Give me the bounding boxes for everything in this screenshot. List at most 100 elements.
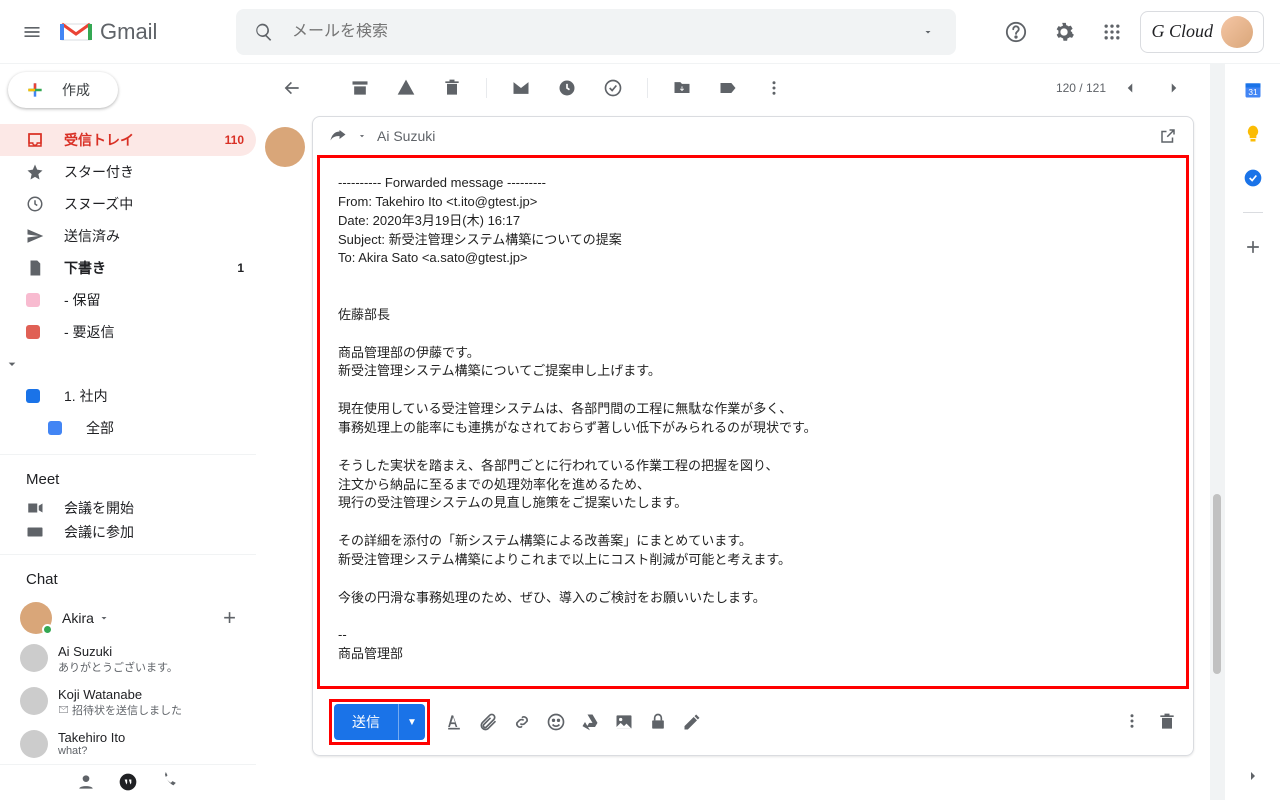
phone-icon[interactable] [160,772,180,792]
chat-sub: ありがとうございます。 [58,659,178,675]
send-button[interactable]: 送信 ▼ [334,704,425,740]
nav-label: 全部 [86,418,114,438]
new-chat-button[interactable]: + [223,605,236,631]
scrollbar[interactable] [1210,64,1224,800]
next-button[interactable] [1154,68,1194,108]
nav-label: 送信済み [64,226,120,246]
snooze-button[interactable] [547,68,587,108]
nav-list: 受信トレイ110 スター付きスヌーズ中送信済み下書き1 - 保留 - 要返信 1. 社内… [0,124,256,444]
nav-label: 受信トレイ [64,130,134,150]
keep-icon[interactable] [1243,124,1263,144]
recipient-row[interactable]: Ai Suzuki [313,117,1193,155]
account-switcher[interactable]: G Cloud [1140,11,1264,53]
self-avatar [20,602,52,634]
link-icon[interactable] [512,712,532,732]
recipient-name: Ai Suzuki [377,128,435,144]
expand-labels[interactable] [0,348,256,380]
task-button[interactable] [593,68,633,108]
sidebar-footer [0,764,256,800]
search-icon[interactable] [244,12,284,52]
chat-self[interactable]: Akira + [0,596,256,638]
logo[interactable]: Gmail [56,19,236,45]
chat-item[interactable]: Koji Watanabe招待状を送信しました [0,681,256,724]
nav-- 要返信[interactable]: - 要返信 [0,316,256,348]
nav-label: 1. 社内 [64,386,108,406]
scrollbar-thumb[interactable] [1213,494,1221,674]
more-button[interactable] [754,68,794,108]
label-icon [26,293,46,307]
chat-sub: 招待状を送信しました [58,702,182,718]
more-options-icon[interactable] [1123,712,1141,732]
send-highlight: 送信 ▼ [329,699,430,745]
compose-footer: 送信 ▼ [313,689,1193,755]
attach-icon[interactable] [478,712,498,732]
chat-item[interactable]: Takehiro Itowhat? [0,724,256,764]
file-icon [26,259,46,277]
confidential-icon[interactable] [648,712,668,732]
mark-unread-button[interactable] [501,68,541,108]
back-button[interactable] [272,68,312,108]
popout-button[interactable] [1159,127,1177,145]
chat-name: Koji Watanabe [58,687,182,702]
mail-toolbar: 120 / 121 [256,64,1210,112]
nav-label: スター付き [64,162,134,182]
avatar [1221,16,1253,48]
send-label: 送信 [334,712,398,732]
discard-button[interactable] [1157,712,1177,732]
svg-text:31: 31 [1248,87,1258,97]
gmail-icon [60,20,92,44]
emoji-icon[interactable] [546,712,566,732]
drive-icon[interactable] [580,712,600,732]
side-rail: 31 [1224,64,1280,800]
addons-icon[interactable] [1243,237,1263,257]
chevron-down-icon[interactable] [98,612,110,624]
meet-start[interactable]: 会議を開始 [0,496,256,520]
clock-icon [26,195,46,213]
tasks-icon[interactable] [1243,168,1263,188]
chat-title: Chat [0,555,256,596]
pen-icon[interactable] [682,712,702,732]
delete-button[interactable] [432,68,472,108]
prev-button[interactable] [1110,68,1150,108]
nav-受信トレイ[interactable]: 受信トレイ110 [0,124,256,156]
label-button[interactable] [708,68,748,108]
apps-icon[interactable] [1092,12,1132,52]
search-input[interactable] [284,23,908,41]
main-area: 120 / 121 Ai Suzuki ---------- Forwarded… [256,64,1210,800]
archive-button[interactable] [340,68,380,108]
nav-スター付き[interactable]: スター付き [0,156,256,188]
nav-label: - 要返信 [64,322,115,342]
nav-1. 社内[interactable]: 1. 社内 [0,380,256,412]
label-icon [48,421,68,435]
compose-label: 作成 [62,80,90,100]
nav-下書き[interactable]: 下書き1 [0,252,256,284]
nav-スヌーズ中[interactable]: スヌーズ中 [0,188,256,220]
nav-- 保留[interactable]: - 保留 [0,284,256,316]
format-icon[interactable] [444,712,464,732]
send-options[interactable]: ▼ [398,704,425,740]
spam-button[interactable] [386,68,426,108]
compose-button[interactable]: 作成 [8,72,118,108]
settings-icon[interactable] [1044,12,1084,52]
image-icon[interactable] [614,712,634,732]
move-button[interactable] [662,68,702,108]
compose-body[interactable]: ---------- Forwarded message --------- F… [317,155,1189,689]
nav-送信済み[interactable]: 送信済み [0,220,256,252]
hangouts-icon[interactable] [118,772,138,792]
send-icon [26,227,46,245]
nav-全部[interactable]: 全部 [0,412,256,444]
collapse-rail-icon[interactable] [1245,768,1261,784]
product-name: Gmail [100,19,157,45]
meet-join[interactable]: 会議に参加 [0,520,256,544]
chat-item[interactable]: Ai Suzukiありがとうございます。 [0,638,256,681]
person-icon[interactable] [76,772,96,792]
search-bar[interactable] [236,9,956,55]
nav-label: - 保留 [64,290,101,310]
chevron-down-icon[interactable] [357,131,367,141]
menu-button[interactable] [8,8,56,56]
calendar-icon[interactable]: 31 [1243,80,1263,100]
search-options-icon[interactable] [908,12,948,52]
help-icon[interactable] [996,12,1036,52]
hamburger-icon [22,22,42,42]
sender-avatar [265,127,305,167]
